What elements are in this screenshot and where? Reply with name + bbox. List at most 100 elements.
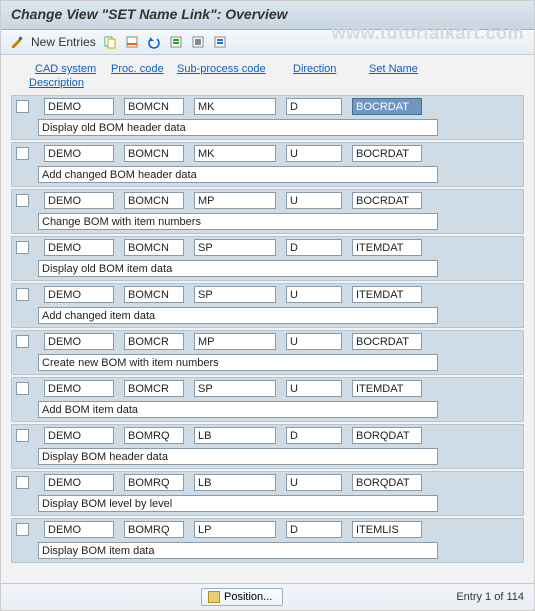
proc-field[interactable]: BOMRQ bbox=[124, 474, 184, 491]
proc-field[interactable]: BOMRQ bbox=[124, 521, 184, 538]
dir-field[interactable]: D bbox=[286, 98, 342, 115]
header-proc[interactable]: Proc. code bbox=[111, 63, 171, 75]
cad-field[interactable]: DEMO bbox=[44, 333, 114, 350]
sub-field[interactable]: SP bbox=[194, 239, 276, 256]
sub-field[interactable]: MK bbox=[194, 145, 276, 162]
sub-field[interactable]: MP bbox=[194, 192, 276, 209]
select-block-icon[interactable] bbox=[190, 34, 206, 50]
header-sub[interactable]: Sub-process code bbox=[177, 63, 287, 75]
cad-field[interactable]: DEMO bbox=[44, 521, 114, 538]
position-button[interactable]: Position... bbox=[201, 588, 283, 606]
dir-field[interactable]: U bbox=[286, 333, 342, 350]
desc-field[interactable]: Change BOM with item numbers bbox=[38, 213, 438, 230]
position-label: Position... bbox=[224, 591, 272, 603]
table-row: DEMO BOMRQ LB D BORQDAT Display BOM header da… bbox=[11, 424, 524, 469]
proc-field[interactable]: BOMCR bbox=[124, 380, 184, 397]
set-field[interactable]: BOCRDAT bbox=[352, 145, 422, 162]
row-checkbox[interactable] bbox=[16, 100, 29, 113]
desc-field[interactable]: Create new BOM with item numbers bbox=[38, 354, 438, 371]
dir-field[interactable]: U bbox=[286, 474, 342, 491]
sub-field[interactable]: LB bbox=[194, 474, 276, 491]
column-headers: CAD system Proc. code Sub-process code D… bbox=[11, 63, 524, 75]
cad-field[interactable]: DEMO bbox=[44, 192, 114, 209]
row-checkbox[interactable] bbox=[16, 429, 29, 442]
header-dir[interactable]: Direction bbox=[293, 63, 363, 75]
cad-field[interactable]: DEMO bbox=[44, 286, 114, 303]
cad-field[interactable]: DEMO bbox=[44, 145, 114, 162]
proc-field[interactable]: BOMCN bbox=[124, 98, 184, 115]
dir-field[interactable]: U bbox=[286, 286, 342, 303]
set-field[interactable]: BOCRDAT bbox=[352, 192, 422, 209]
set-field[interactable]: ITEMDAT bbox=[352, 239, 422, 256]
header-desc[interactable]: Description bbox=[11, 77, 524, 89]
sub-field[interactable]: LP bbox=[194, 521, 276, 538]
desc-field[interactable]: Display old BOM header data bbox=[38, 119, 438, 136]
header-cad[interactable]: CAD system bbox=[35, 63, 105, 75]
proc-field[interactable]: BOMCN bbox=[124, 192, 184, 209]
footer-bar: Position... Entry 1 of 114 bbox=[1, 583, 534, 610]
cad-field[interactable]: DEMO bbox=[44, 98, 114, 115]
sub-field[interactable]: MK bbox=[194, 98, 276, 115]
row-checkbox[interactable] bbox=[16, 147, 29, 160]
window-title: Change View "SET Name Link": Overview bbox=[11, 6, 288, 22]
desc-field[interactable]: Display old BOM item data bbox=[38, 260, 438, 277]
new-entries-button[interactable]: New Entries bbox=[31, 34, 96, 50]
dir-field[interactable]: U bbox=[286, 145, 342, 162]
toggle-display-icon[interactable] bbox=[9, 34, 25, 50]
row-checkbox[interactable] bbox=[16, 382, 29, 395]
proc-field[interactable]: BOMCN bbox=[124, 145, 184, 162]
set-field[interactable]: BORQDAT bbox=[352, 474, 422, 491]
sub-field[interactable]: SP bbox=[194, 380, 276, 397]
set-field[interactable]: ITEMDAT bbox=[352, 380, 422, 397]
cad-field[interactable]: DEMO bbox=[44, 239, 114, 256]
select-all-icon[interactable] bbox=[168, 34, 184, 50]
deselect-all-icon[interactable] bbox=[212, 34, 228, 50]
delete-icon[interactable] bbox=[124, 34, 140, 50]
dir-field[interactable]: D bbox=[286, 521, 342, 538]
sub-field[interactable]: LB bbox=[194, 427, 276, 444]
desc-field[interactable]: Add changed BOM header data bbox=[38, 166, 438, 183]
desc-field[interactable]: Display BOM header data bbox=[38, 448, 438, 465]
set-field[interactable]: BOCRDAT bbox=[352, 98, 422, 115]
proc-field[interactable]: BOMCN bbox=[124, 286, 184, 303]
table-row: DEMO BOMRQ LB U BORQDAT Display BOM level by … bbox=[11, 471, 524, 516]
cad-field[interactable]: DEMO bbox=[44, 427, 114, 444]
undo-icon[interactable] bbox=[146, 34, 162, 50]
new-entries-label: New Entries bbox=[31, 35, 96, 49]
sub-field[interactable]: SP bbox=[194, 286, 276, 303]
row-checkbox[interactable] bbox=[16, 194, 29, 207]
dir-field[interactable]: U bbox=[286, 380, 342, 397]
proc-field[interactable]: BOMCN bbox=[124, 239, 184, 256]
table-area: CAD system Proc. code Sub-process code D… bbox=[1, 55, 534, 595]
table-row: DEMO BOMCN MK D BOCRDAT Display old BOM heade… bbox=[11, 95, 524, 140]
dir-field[interactable]: D bbox=[286, 427, 342, 444]
header-set[interactable]: Set Name bbox=[369, 63, 444, 75]
row-checkbox[interactable] bbox=[16, 335, 29, 348]
row-checkbox[interactable] bbox=[16, 288, 29, 301]
entry-counter: Entry 1 of 114 bbox=[456, 591, 524, 603]
set-field[interactable]: BORQDAT bbox=[352, 427, 422, 444]
desc-field[interactable]: Add BOM item data bbox=[38, 401, 438, 418]
proc-field[interactable]: BOMCR bbox=[124, 333, 184, 350]
copy-icon[interactable] bbox=[102, 34, 118, 50]
row-checkbox[interactable] bbox=[16, 241, 29, 254]
desc-field[interactable]: Display BOM item data bbox=[38, 542, 438, 559]
row-checkbox[interactable] bbox=[16, 476, 29, 489]
proc-field[interactable]: BOMRQ bbox=[124, 427, 184, 444]
table-row: DEMO BOMCN MK U BOCRDAT Add changed BOM heade… bbox=[11, 142, 524, 187]
row-checkbox[interactable] bbox=[16, 523, 29, 536]
cad-field[interactable]: DEMO bbox=[44, 380, 114, 397]
window-title-bar: Change View "SET Name Link": Overview bbox=[1, 1, 534, 30]
sub-field[interactable]: MP bbox=[194, 333, 276, 350]
desc-field[interactable]: Display BOM level by level bbox=[38, 495, 438, 512]
table-row: DEMO BOMCN MP U BOCRDAT Change BOM with item … bbox=[11, 189, 524, 234]
table-row: DEMO BOMCN SP D ITEMDAT Display old BOM item … bbox=[11, 236, 524, 281]
cad-field[interactable]: DEMO bbox=[44, 474, 114, 491]
set-field[interactable]: ITEMDAT bbox=[352, 286, 422, 303]
set-field[interactable]: BOCRDAT bbox=[352, 333, 422, 350]
dir-field[interactable]: D bbox=[286, 239, 342, 256]
desc-field[interactable]: Add changed item data bbox=[38, 307, 438, 324]
set-field[interactable]: ITEMLIS bbox=[352, 521, 422, 538]
dir-field[interactable]: U bbox=[286, 192, 342, 209]
table-row: DEMO BOMRQ LP D ITEMLIS Display BOM item data bbox=[11, 518, 524, 563]
